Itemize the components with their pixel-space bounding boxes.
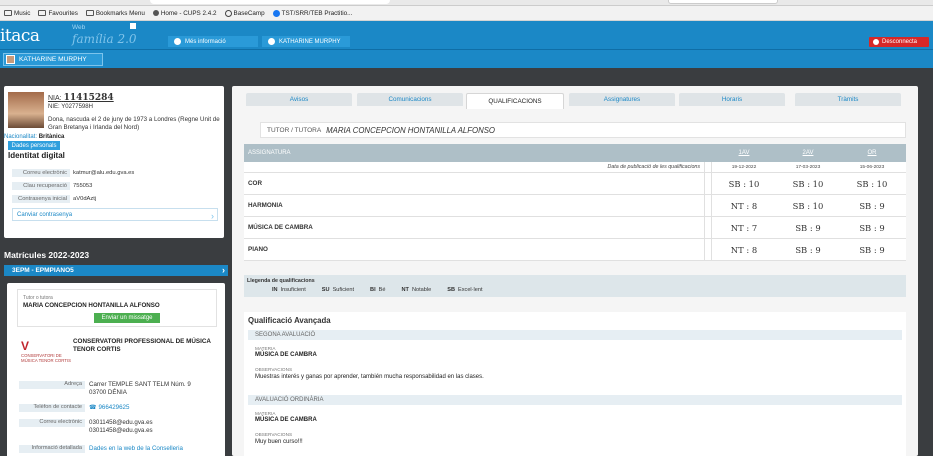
chevron-right-icon: ›: [211, 211, 214, 221]
section-ordinary-eval: AVALUACIÓ ORDINÀRIA: [248, 395, 902, 405]
facebook-icon: [272, 9, 280, 17]
detailed-info-row: Informació detallada Dades en la web de …: [19, 445, 219, 453]
table-row: HARMONIA NT : 8 SB : 10 SB : 9: [244, 195, 906, 217]
digital-identity-title: Identitat digital: [8, 151, 65, 160]
bookmark-music[interactable]: Music: [4, 10, 30, 17]
folder-icon: [4, 10, 12, 16]
publication-dates-row: Data de publicació de les qualificacions…: [244, 162, 906, 173]
nationality: Nacionalitat: Britànica: [4, 134, 65, 140]
address-row: Adreça Carrer TEMPLE SANT TELM Núm. 9 037…: [19, 381, 219, 396]
advanced-grade-panel: Qualificació Avançada SEGONA AVALUACIÓ M…: [244, 312, 906, 456]
itaca-logo[interactable]: itaca: [0, 26, 40, 46]
eval-2av[interactable]: 2AV: [776, 150, 840, 156]
user-icon: [268, 38, 275, 45]
enrolments-title: Matrícules 2022-2023: [4, 250, 90, 260]
folder-icon: [85, 10, 94, 16]
student-photo: [8, 92, 44, 128]
subject-name: MÚSICA DE CAMBRA: [255, 352, 317, 358]
conservatory-logo: V CONSERVATORI DE MÚSICA TENOR CORTIS: [21, 339, 71, 363]
observation-text: Muestras interés y ganas por aprender, t…: [255, 374, 484, 380]
grades-legend: Llegenda de qualificacions IN Insuficient…: [244, 275, 906, 297]
school-name: CONSERVATORI PROFESSIONAL DE MÚSICA TENO…: [73, 338, 211, 353]
more-info-tab[interactable]: Més informació: [168, 36, 258, 47]
legend-item: SU Suficient: [321, 287, 355, 293]
folder-icon: [38, 10, 47, 16]
legend-item: SB Excel·lent: [447, 287, 483, 293]
grades-header: ASSIGNATURA 1AV 2AV OR: [244, 144, 906, 162]
printer-icon: [152, 10, 159, 16]
tab-horaris[interactable]: Horaris: [679, 93, 785, 106]
chevron-right-icon: ›: [222, 265, 225, 275]
eval-or[interactable]: OR: [840, 150, 904, 156]
bookmark-menu[interactable]: Bookmarks Menu: [85, 10, 145, 17]
legend-item: IN Insuficient: [272, 287, 306, 293]
tutor-bar-name: MARIA CONCEPCION HONTANILLA ALFONSO: [326, 125, 495, 135]
table-row: PIANO NT : 8 SB : 9 SB : 9: [244, 239, 906, 261]
course-item[interactable]: 3EPM - EPMPIANO5 ›: [4, 265, 228, 276]
tutor-bar: TUTOR / TUTORA MARIA CONCEPCION HONTANIL…: [260, 122, 906, 138]
phone-row: Telèfon de contacte ☎ 966429625: [19, 404, 219, 412]
tab-bar: Avisos Comunicacions QUALIFICACIONS Assi…: [236, 93, 914, 109]
school-card: Tutor o tutora MARIA CONCEPCION HONTANIL…: [7, 283, 225, 456]
section-second-eval: SEGONA AVALUACIÓ: [248, 330, 902, 340]
nie: NIE: Y0277598H: [48, 104, 93, 110]
conselleria-link[interactable]: Dades en la web de la Conselleria: [89, 445, 183, 453]
address-bar[interactable]: [150, 0, 390, 4]
initial-password-row: Contrasenya inicial aV0dAztj: [12, 195, 212, 203]
app-header: itaca Web família 2.0 Més informació KAT…: [0, 21, 933, 49]
bookmark-tst[interactable]: TST/SRR/TEB Practitio...: [272, 9, 352, 17]
tab-tramits[interactable]: Tràmits: [795, 93, 901, 106]
advanced-grade-title: Qualificació Avançada: [248, 316, 331, 325]
tab-comunicacions[interactable]: Comunicacions: [357, 93, 463, 106]
email-row: Correu electrònic katmur@alu.edu.gva.es: [12, 169, 212, 177]
grades-table: ASSIGNATURA 1AV 2AV OR Data de publicaci…: [244, 144, 906, 261]
send-message-button[interactable]: Enviar un missatge: [94, 313, 160, 323]
nia: NIA: 11415284: [48, 93, 114, 103]
header-square: [130, 23, 136, 29]
logout-button[interactable]: Desconnecta: [869, 37, 929, 47]
globe-icon: [224, 9, 232, 17]
bookmarks-bar: Music Favourites Bookmarks Menu Home - C…: [0, 6, 933, 21]
subject-name: MÚSICA DE CAMBRA: [255, 417, 317, 423]
eval-1av[interactable]: 1AV: [712, 150, 776, 156]
recovery-row: Clau recuperació 755053: [12, 182, 212, 190]
tab-qualificacions[interactable]: QUALIFICACIONS: [466, 93, 564, 109]
user-strip: KATHARINE MURPHY: [0, 49, 933, 68]
table-row: COR SB : 10 SB : 10 SB : 10: [244, 173, 906, 195]
personal-data-button[interactable]: Dades personals: [8, 141, 60, 150]
school-email-row: Correu electrònic 03011458@edu.gva.es 030…: [19, 419, 219, 434]
logo-familia: família 2.0: [72, 32, 137, 46]
change-password-link[interactable]: Canviar contrasenya ›: [12, 208, 218, 221]
bookmark-basecamp[interactable]: BaseCamp: [224, 9, 265, 17]
observation-text: Muy buen curso!!!: [255, 439, 303, 445]
tutor-name: MARIA CONCEPCION HONTANILLA ALFONSO: [23, 302, 160, 309]
tab-avisos[interactable]: Avisos: [246, 93, 352, 106]
browser-search-field[interactable]: [668, 0, 778, 4]
legend-item: NT Notable: [401, 287, 432, 293]
logo-web: Web: [72, 24, 86, 31]
phone-link[interactable]: ☎ 966429625: [89, 404, 129, 412]
table-row: MÚSICA DE CAMBRA NT : 7 SB : 9 SB : 9: [244, 217, 906, 239]
profile-card: NIA: 11415284 NIE: Y0277598H Dona, nascu…: [4, 86, 224, 238]
student-selector[interactable]: KATHARINE MURPHY: [3, 53, 103, 66]
avatar-icon: [6, 55, 15, 64]
birth-info: Dona, nascuda el 2 de juny de 1973 a Lon…: [48, 116, 220, 131]
info-icon: [174, 38, 181, 45]
legend-item: BI Bé: [370, 287, 386, 293]
bookmark-favourites[interactable]: Favourites: [38, 10, 78, 17]
power-icon: [873, 39, 879, 45]
student-tab[interactable]: KATHARINE MURPHY: [262, 36, 350, 47]
tab-assignatures[interactable]: Assignatures: [569, 93, 675, 106]
bookmark-cups[interactable]: Home - CUPS 2.4.2: [152, 10, 217, 17]
tutor-card: Tutor o tutora MARIA CONCEPCION HONTANIL…: [17, 289, 217, 327]
